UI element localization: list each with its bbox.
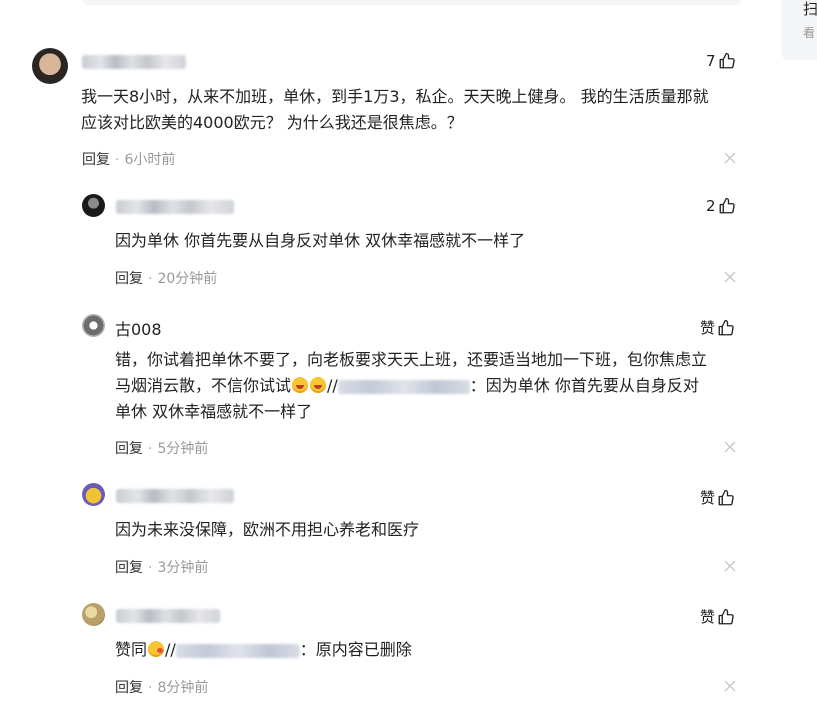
like-button[interactable]: 赞 [700,606,735,627]
comment-text-line: 我一天8小时，从来不加班，单休，到手1万3，私企。天天晚上健身。 我的生活质量那… [81,87,709,106]
comment-text-line: 因为单休 你首先要从自身反对单休 双休幸福感就不一样了 [115,231,526,250]
like-label: 赞 [700,319,716,337]
like-label: 赞 [700,489,716,507]
comment-text-line: 单休 双休幸福感就不一样了 [115,402,313,421]
reply-button[interactable]: 回复 [115,441,143,457]
username[interactable]: 古008 [115,316,162,340]
close-icon[interactable] [724,441,736,453]
comment-text-line: 应该对比欧美的4000欧元？ 为什么我还是很焦虑。？ [81,113,463,132]
thumbs-up-icon [718,319,734,335]
thumbs-up-icon [719,197,735,214]
like-button[interactable]: 赞 [700,317,735,338]
thumbs-up-icon [719,52,735,69]
comment-meta: 回复 · 5分钟前 [115,441,209,457]
comment-text-line: 因为未来没保障，欧洲不用担心养老和医疗 [115,520,420,539]
timestamp: 3分钟前 [157,560,209,576]
timestamp: 20分钟前 [157,271,218,287]
timestamp: 6小时前 [124,152,176,168]
avatar[interactable] [82,314,105,337]
thumbs-up-icon [718,489,734,505]
side-card-subtitle: 看 [803,26,816,40]
avatar[interactable] [82,483,105,506]
like-count: 2 [706,197,716,215]
comment-meta: 回复 · 3分钟前 [115,560,209,576]
timestamp: 8分钟前 [157,680,209,696]
avatar[interactable] [82,603,105,626]
comment-meta: 回复 · 8分钟前 [115,680,209,696]
smile-emoji-icon [292,377,309,393]
like-count: 7 [706,52,716,70]
username-blurred[interactable] [82,55,186,69]
timestamp: 5分钟前 [157,441,209,457]
kiss-emoji-icon [148,641,165,657]
previous-card [81,0,741,5]
like-button[interactable]: 7 [706,52,736,70]
username-blurred[interactable] [116,200,234,214]
reply-button[interactable]: 回复 [115,680,143,696]
avatar[interactable] [32,48,68,84]
close-icon[interactable] [724,680,736,692]
smile-emoji-icon [310,377,327,393]
avatar[interactable] [82,194,105,217]
comment-meta: 回复 · 6小时前 [82,152,176,168]
reply-button[interactable]: 回复 [115,560,143,576]
comment-text-line: 错，你试着把单休不要了，向老板要求天天上班，还要适当地加一下班，包你焦虑立 [115,350,708,369]
close-icon[interactable] [724,152,736,164]
comment-text-line: 马烟消云散，不信你试试//：因为单休 你首先要从自身反对 [115,376,699,395]
comment-meta: 回复 · 20分钟前 [115,271,218,287]
like-button[interactable]: 赞 [700,487,735,508]
like-button[interactable]: 2 [706,197,736,215]
close-icon[interactable] [724,560,736,572]
comment-text-line: 赞同//：原内容已删除 [115,640,412,659]
side-panel-card[interactable]: 扫 看 [781,0,817,60]
username-blurred[interactable] [116,609,220,623]
quoted-username-blurred[interactable] [175,643,300,658]
close-icon[interactable] [724,271,736,283]
like-label: 赞 [700,608,716,626]
username-blurred[interactable] [116,489,234,503]
thumbs-up-icon [718,608,734,624]
reply-button[interactable]: 回复 [82,152,110,168]
reply-button[interactable]: 回复 [115,271,143,287]
side-card-title: 扫 [803,0,817,18]
quoted-username-blurred[interactable] [337,379,470,394]
